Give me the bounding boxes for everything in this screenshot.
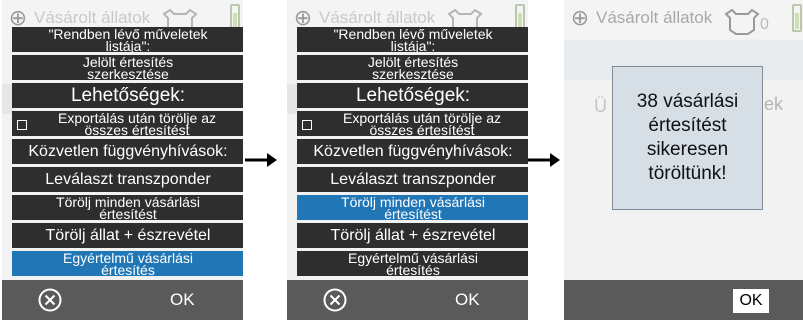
menu-heading-options: Lehetőségek:	[12, 83, 243, 108]
cancel-icon[interactable]	[323, 288, 347, 312]
screen-menu-initial: ⊕ Vásárolt állatok "Rendben lévő művelet…	[2, 0, 243, 320]
battery-icon	[792, 4, 802, 32]
cancel-icon[interactable]	[38, 288, 62, 312]
topbar-title: Vásárolt állatok	[34, 8, 151, 27]
menu-heading-options: Lehetőségek:	[297, 83, 528, 108]
dialog-line: sikeresen	[646, 139, 729, 160]
menu-item-edit-marked-notification[interactable]: Jelölt értesítés szerkesztése	[12, 55, 243, 80]
menu-item-delete-all-purchase-notifications[interactable]: Törölj minden vásárlási értesítést	[12, 195, 243, 220]
menu-heading-direct-calls: Közvetlen függvényhívások:	[297, 139, 528, 164]
menu-heading-direct-calls: Közvetlen függvényhívások:	[12, 139, 243, 164]
dialog-line: értesítést	[648, 115, 727, 136]
ok-button[interactable]: OK	[170, 290, 195, 310]
add-animal-icon[interactable]: ⊕	[566, 2, 594, 34]
menu-item-detach-transponder[interactable]: Leválaszt transzponder	[12, 167, 243, 192]
background-text-left: Ü	[594, 96, 607, 116]
dialog-line: töröltünk!	[648, 163, 727, 184]
top-bar: ⊕ Vásárolt állatok 0	[564, 0, 803, 38]
cow-icon[interactable]	[722, 6, 762, 36]
menu-item-delete-animal-and-note[interactable]: Törölj állat + észrevétel	[297, 223, 528, 248]
arrow-right-icon	[528, 153, 560, 167]
menu-item-delete-after-export[interactable]: Exportálás után törölje az összes értesít…	[297, 111, 528, 136]
topbar-title: Vásárolt állatok	[319, 8, 436, 27]
options-menu: "Rendben lévő műveletek listája": Jelölt …	[12, 27, 243, 279]
ok-button[interactable]: OK	[455, 290, 480, 310]
confirmation-dialog: 38 vásárlási értesítést sikeresen törölt…	[612, 66, 763, 210]
menu-item-delete-after-export[interactable]: Exportálás után törölje az összes értesít…	[12, 111, 243, 136]
background-text-right: ek	[764, 94, 784, 114]
menu-item-detach-transponder[interactable]: Leválaszt transzponder	[297, 167, 528, 192]
bottom-bar: OK	[564, 280, 803, 320]
checkbox[interactable]	[302, 120, 312, 130]
arrow-right-icon	[245, 153, 277, 167]
menu-item-edit-marked-notification[interactable]: Jelölt értesítés szerkesztése	[297, 55, 528, 80]
menu-item-clear-purchase-notification[interactable]: Egyértelmű vásárlási értesítés	[297, 251, 528, 276]
dialog-line: 38 vásárlási	[636, 91, 739, 112]
menu-item-clear-purchase-notification[interactable]: Egyértelmű vásárlási értesítés	[12, 251, 243, 276]
bottom-bar: OK	[2, 280, 243, 320]
cow-count: 0	[760, 16, 769, 33]
menu-item-delete-animal-and-note[interactable]: Törölj állat + észrevétel	[12, 223, 243, 248]
bottom-bar: OK	[287, 280, 528, 320]
screen-menu-selected: ⊕ Vásárolt állatok "Rendben lévő művelet…	[287, 0, 528, 320]
checkbox[interactable]	[17, 120, 27, 130]
topbar-title: Vásárolt állatok	[596, 8, 713, 27]
ok-button[interactable]: OK	[733, 289, 769, 313]
screen-confirmation: ⊕ Vásárolt állatok 0 Ü ek 38 vásárlási é…	[564, 0, 803, 320]
menu-item-pending-operations[interactable]: "Rendben lévő műveletek listája":	[297, 27, 528, 52]
options-menu: "Rendben lévő műveletek listája": Jelölt …	[297, 27, 528, 279]
menu-item-delete-all-purchase-notifications[interactable]: Törölj minden vásárlási értesítést	[297, 195, 528, 220]
menu-item-pending-operations[interactable]: "Rendben lévő műveletek listája":	[12, 27, 243, 52]
